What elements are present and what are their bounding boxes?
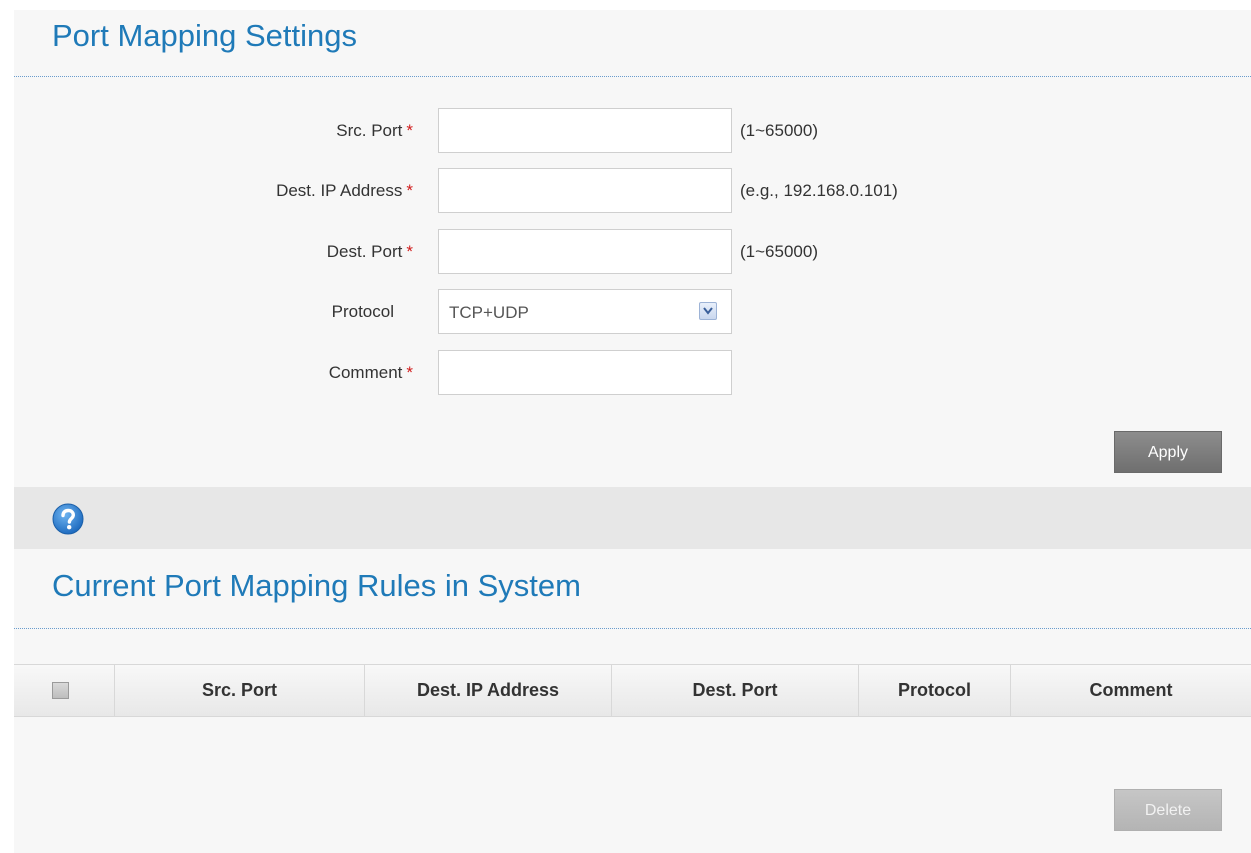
rules-divider bbox=[14, 628, 1251, 629]
protocol-selected-value: TCP+UDP bbox=[449, 303, 529, 322]
dest-port-hint: (1~65000) bbox=[740, 242, 818, 261]
dest-ip-label: Dest. IP Address * bbox=[276, 181, 413, 200]
protocol-select[interactable]: TCP+UDP bbox=[438, 289, 732, 334]
required-marker: * bbox=[406, 181, 413, 200]
required-marker: * bbox=[406, 242, 413, 261]
src-port-label: Src. Port * bbox=[336, 121, 413, 140]
apply-button[interactable]: Apply bbox=[1114, 431, 1222, 473]
dest-port-label: Dest. Port * bbox=[326, 242, 413, 261]
help-bar bbox=[14, 487, 1251, 549]
select-all-checkbox[interactable] bbox=[52, 682, 69, 699]
column-header-dest-port: Dest. Port bbox=[611, 665, 858, 716]
column-header-dest-ip: Dest. IP Address bbox=[364, 665, 611, 716]
settings-title: Port Mapping Settings bbox=[52, 18, 358, 53]
protocol-label: Protocol bbox=[331, 302, 394, 321]
title-divider bbox=[14, 76, 1251, 77]
comment-label: Comment * bbox=[328, 363, 413, 382]
src-port-row: Src. Port * (1~65000) bbox=[0, 108, 1251, 154]
required-marker: * bbox=[406, 121, 413, 140]
dest-ip-row: Dest. IP Address * (e.g., 192.168.0.101) bbox=[0, 168, 1251, 214]
column-header-comment: Comment bbox=[1010, 665, 1251, 716]
src-port-input[interactable] bbox=[438, 108, 732, 153]
question-mark-icon[interactable] bbox=[52, 503, 84, 535]
dest-port-row: Dest. Port * (1~65000) bbox=[0, 229, 1251, 275]
required-marker: * bbox=[406, 363, 413, 382]
delete-button[interactable]: Delete bbox=[1114, 789, 1222, 831]
column-header-src-port: Src. Port bbox=[114, 665, 364, 716]
chevron-down-icon[interactable] bbox=[699, 302, 717, 320]
column-header-protocol: Protocol bbox=[858, 665, 1010, 716]
protocol-row: Protocol TCP+UDP bbox=[0, 289, 1251, 335]
rules-table-header: Src. Port Dest. IP Address Dest. Port Pr… bbox=[14, 664, 1251, 717]
comment-input[interactable] bbox=[438, 350, 732, 395]
comment-row: Comment * bbox=[0, 350, 1251, 396]
dest-port-input[interactable] bbox=[438, 229, 732, 274]
rules-title: Current Port Mapping Rules in System bbox=[52, 568, 581, 603]
dest-ip-input[interactable] bbox=[438, 168, 732, 213]
dest-ip-hint: (e.g., 192.168.0.101) bbox=[740, 181, 898, 200]
src-port-hint: (1~65000) bbox=[740, 121, 818, 140]
